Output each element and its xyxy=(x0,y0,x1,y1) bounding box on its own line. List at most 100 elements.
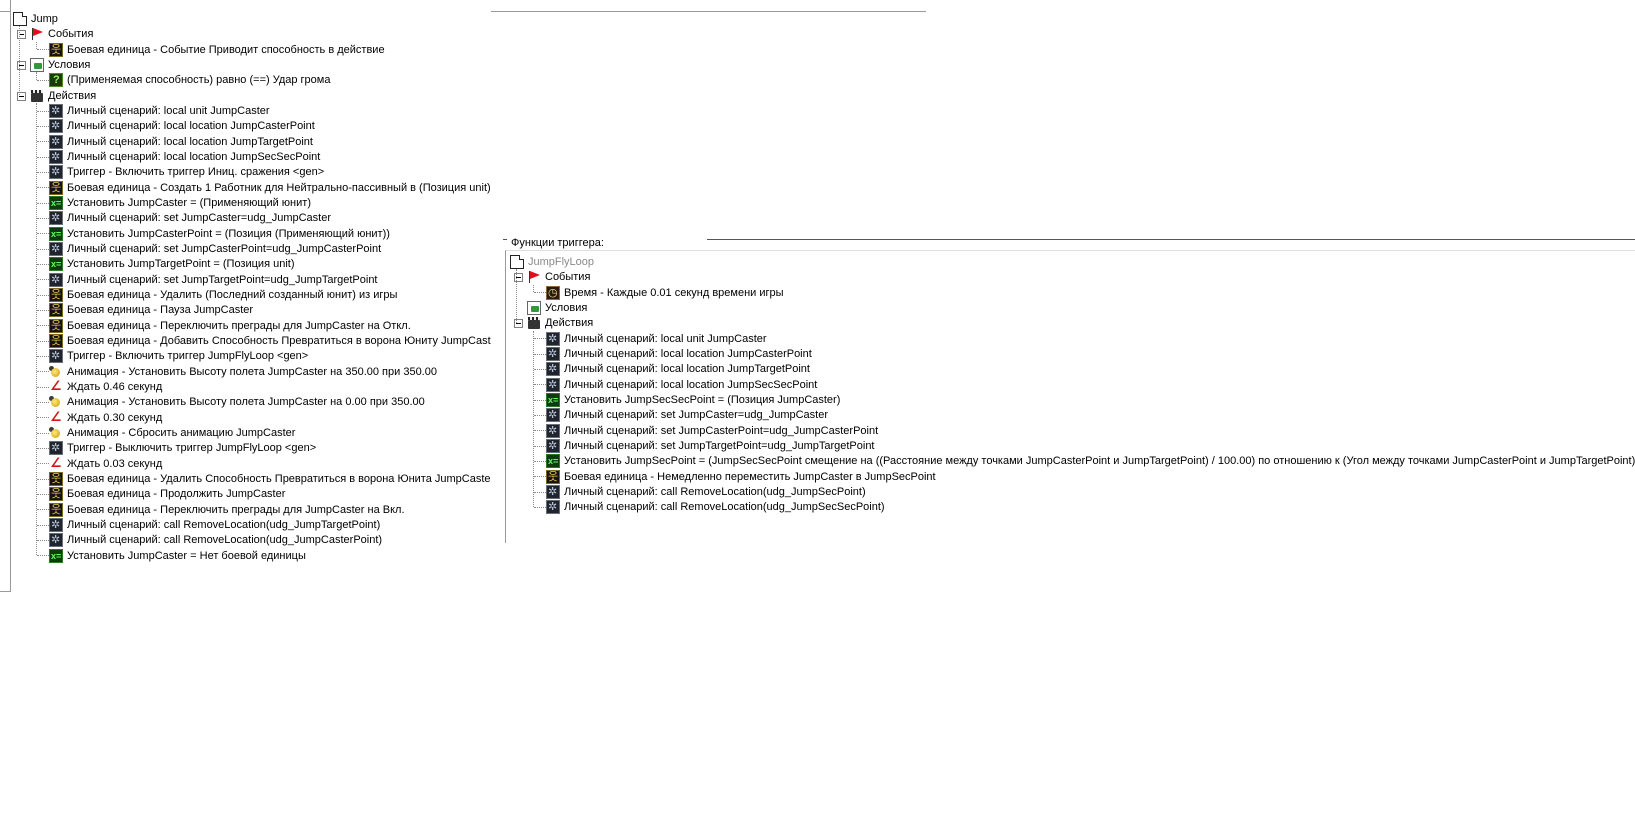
conditions-node[interactable]: Условия xyxy=(508,300,1635,315)
tree-connector xyxy=(37,187,49,189)
action-item[interactable]: Личный сценарий: set JumpCaster=udg_Jump… xyxy=(11,210,491,226)
action-item[interactable]: Личный сценарий: local location JumpCast… xyxy=(11,118,491,134)
tree-connector xyxy=(37,478,49,480)
action-item[interactable]: Личный сценарий: call RemoveLocation(udg… xyxy=(508,484,1635,499)
script-icon xyxy=(49,272,63,287)
tree-item-label: Ждать 0.30 секунд xyxy=(67,411,163,424)
action-item[interactable]: Боевая единица - Переключить преграды дл… xyxy=(11,318,491,333)
action-item[interactable]: Триггер - Выключить триггер JumpFlyLoop … xyxy=(11,440,491,456)
set-variable-icon xyxy=(49,195,63,210)
tree-connector xyxy=(19,26,20,96)
actions-node[interactable]: Действия xyxy=(11,88,491,103)
action-item[interactable]: Личный сценарий: local location JumpCast… xyxy=(508,346,1635,361)
action-item[interactable]: Боевая единица - Переключить преграды дл… xyxy=(11,502,491,517)
condition-item[interactable]: (Применяемая способность) равно (==) Уда… xyxy=(11,72,491,88)
tree-connector xyxy=(533,330,534,507)
tree-item-label: (Применяемая способность) равно (==) Уда… xyxy=(67,74,331,87)
action-item[interactable]: Ждать 0.46 секунд xyxy=(11,378,491,394)
trigger-tree-panel[interactable]: Jump События Боевая единица - Событие Прив… xyxy=(11,11,491,591)
script-icon xyxy=(546,408,560,423)
action-item[interactable]: Боевая единица - Пауза JumpCaster xyxy=(11,302,491,318)
action-item[interactable]: Боевая единица - Удалить (Последний созд… xyxy=(11,287,491,302)
tree-connector xyxy=(37,509,49,511)
action-item[interactable]: Личный сценарий: call RemoveLocation(udg… xyxy=(11,532,491,548)
tree-item-label: Триггер - Выключить триггер JumpFlyLoop … xyxy=(67,442,317,455)
tree-connector xyxy=(37,493,49,495)
action-item[interactable]: Установить JumpCaster = (Применяющий юни… xyxy=(11,195,491,210)
left-panel-bottom-border xyxy=(0,591,11,592)
tree-connector xyxy=(37,294,49,296)
tree-item-label: Личный сценарий: local unit JumpCaster xyxy=(564,332,767,345)
tree-connector xyxy=(37,49,49,51)
action-item[interactable]: Боевая единица - Продолжить JumpCaster xyxy=(11,486,491,502)
action-item[interactable]: Анимация - Установить Высоту полета Jump… xyxy=(11,394,491,410)
event-item[interactable]: Боевая единица - Событие Приводит способ… xyxy=(11,42,491,57)
tree-item-label: Боевая единица - Продолжить JumpCaster xyxy=(67,488,286,501)
action-item[interactable]: Триггер - Включить триггер Иниц. сражени… xyxy=(11,164,491,180)
tree-connector xyxy=(37,401,49,403)
action-item[interactable]: Установить JumpCaster = Нет боевой едини… xyxy=(11,548,491,563)
unit-icon xyxy=(49,180,63,195)
script-icon xyxy=(49,517,63,532)
event-item[interactable]: Время - Каждые 0.01 секунд времени игры xyxy=(508,285,1635,300)
action-item[interactable]: Личный сценарий: local location JumpTarg… xyxy=(11,134,491,149)
tree-connector xyxy=(37,233,49,235)
action-item[interactable]: Боевая единица - Удалить Способность Пре… xyxy=(11,471,491,486)
tree-connector xyxy=(37,309,49,311)
tree-connector xyxy=(534,399,546,401)
tree-connector xyxy=(37,110,49,112)
action-item[interactable]: Триггер - Включить триггер JumpFlyLoop <… xyxy=(11,348,491,364)
action-item[interactable]: Боевая единица - Создать 1 Работник для … xyxy=(11,180,491,195)
flag-icon xyxy=(527,270,541,284)
tree-item-label: Установить JumpCasterPoint = (Позиция (П… xyxy=(67,227,390,240)
action-item[interactable]: Личный сценарий: set JumpCasterPoint=udg… xyxy=(11,241,491,256)
unit-icon xyxy=(49,318,63,333)
action-item[interactable]: Анимация - Установить Высоту полета Jump… xyxy=(11,364,491,379)
trigger-functions-tree-panel[interactable]: JumpFlyLoop События Время - Каждые 0.01 се… xyxy=(508,254,1635,540)
unit-icon xyxy=(49,333,63,348)
tree-connector xyxy=(37,371,49,373)
action-item[interactable]: Личный сценарий: set JumpCasterPoint=udg… xyxy=(508,423,1635,438)
tree-connector xyxy=(37,156,49,158)
action-item[interactable]: Личный сценарий: local location JumpTarg… xyxy=(508,361,1635,377)
tree-connector xyxy=(37,463,49,465)
action-item[interactable]: Установить JumpCasterPoint = (Позиция (П… xyxy=(11,226,491,241)
events-node[interactable]: События xyxy=(11,26,491,41)
action-item[interactable]: Установить JumpTargetPoint = (Позиция un… xyxy=(11,256,491,272)
unit-icon xyxy=(49,42,63,57)
tree-connector xyxy=(534,430,546,432)
action-item[interactable]: Личный сценарий: local unit JumpCaster xyxy=(11,103,491,118)
tree-item-label: Боевая единица - Пауза JumpCaster xyxy=(67,304,254,317)
action-item[interactable]: Личный сценарий: set JumpTargetPoint=udg… xyxy=(11,272,491,287)
conditions-icon xyxy=(30,57,44,72)
set-variable-icon xyxy=(546,392,560,407)
events-node[interactable]: События xyxy=(508,269,1635,284)
tree-item-label: Личный сценарий: set JumpCasterPoint=udg… xyxy=(564,424,879,437)
tree-item-label: Боевая единица - Немедленно переместить … xyxy=(564,470,936,483)
conditions-node[interactable]: Условия xyxy=(11,57,491,72)
tree-item-label: Личный сценарий: local location JumpTarg… xyxy=(67,135,313,148)
action-item[interactable]: Боевая единица - Немедленно переместить … xyxy=(508,469,1635,484)
action-item[interactable]: Личный сценарий: set JumpCaster=udg_Jump… xyxy=(508,407,1635,423)
action-item[interactable]: Установить JumpSecSecPoint = (Позиция Ju… xyxy=(508,392,1635,407)
condition-icon xyxy=(49,73,63,88)
actions-node[interactable]: Действия xyxy=(508,315,1635,330)
action-item[interactable]: Личный сценарий: local location JumpSecS… xyxy=(11,149,491,164)
trigger-root[interactable]: JumpFlyLoop xyxy=(508,254,1635,269)
tree-item-label: Личный сценарий: set JumpTargetPoint=udg… xyxy=(67,273,378,286)
trigger-root[interactable]: Jump xyxy=(11,11,491,26)
action-item[interactable]: Установить JumpSecPoint = (JumpSecSecPoi… xyxy=(508,453,1635,469)
action-item[interactable]: Анимация - Сбросить анимацию JumpCaster xyxy=(11,425,491,440)
tree-item-label: Личный сценарий: call RemoveLocation(udg… xyxy=(564,485,866,498)
actions-label: Действия xyxy=(48,89,97,102)
action-item[interactable]: Ждать 0.30 секунд xyxy=(11,409,491,425)
action-item[interactable]: Ждать 0.03 секунд xyxy=(11,455,491,471)
action-item[interactable]: Боевая единица - Добавить Способность Пр… xyxy=(11,333,491,348)
action-item[interactable]: Личный сценарий: set JumpTargetPoint=udg… xyxy=(508,438,1635,453)
action-item[interactable]: Личный сценарий: call RemoveLocation(udg… xyxy=(508,499,1635,515)
action-item[interactable]: Личный сценарий: local location JumpSecS… xyxy=(508,377,1635,392)
action-item[interactable]: Личный сценарий: local unit JumpCaster xyxy=(508,331,1635,346)
tree-connector xyxy=(534,491,546,493)
action-item[interactable]: Личный сценарий: call RemoveLocation(udg… xyxy=(11,517,491,532)
tree-item-label: Личный сценарий: local location JumpSecS… xyxy=(564,378,818,391)
